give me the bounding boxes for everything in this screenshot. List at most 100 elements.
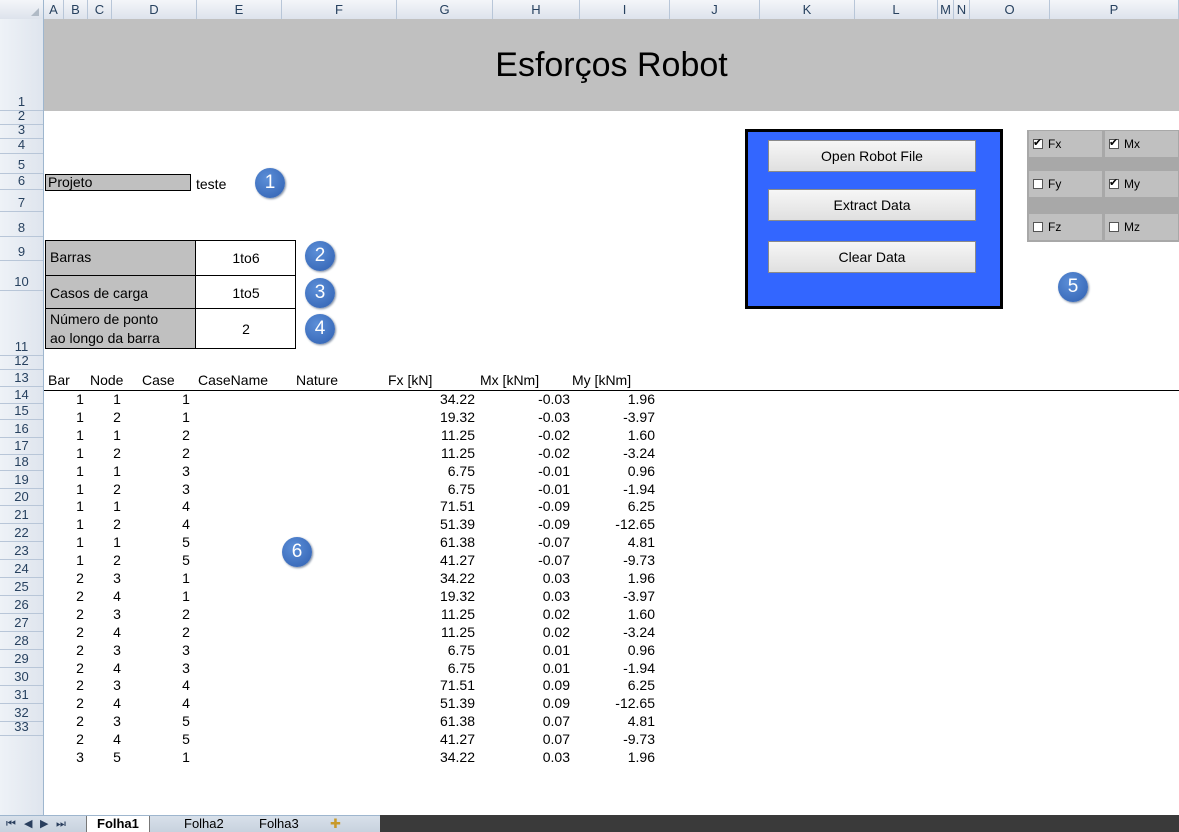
column-header-m[interactable]: M bbox=[938, 0, 954, 19]
table-cell[interactable]: 1 bbox=[103, 391, 131, 407]
checkbox-box-icon[interactable] bbox=[1109, 176, 1119, 189]
column-header-h[interactable]: H bbox=[493, 0, 580, 19]
column-header-l[interactable]: L bbox=[855, 0, 938, 19]
table-cell[interactable]: 0.09 bbox=[490, 677, 570, 693]
table-cell[interactable]: 1.60 bbox=[575, 427, 655, 443]
table-cell[interactable]: 2 bbox=[66, 570, 94, 586]
table-cell[interactable]: 1 bbox=[172, 409, 200, 425]
column-header-f[interactable]: F bbox=[282, 0, 397, 19]
projeto-value[interactable]: teste bbox=[196, 176, 226, 192]
row-header-9[interactable]: 9 bbox=[0, 237, 43, 261]
horizontal-scroll-area[interactable] bbox=[380, 815, 1179, 832]
table-cell[interactable]: 1 bbox=[66, 427, 94, 443]
table-cell[interactable]: -0.03 bbox=[490, 391, 570, 407]
table-cell[interactable]: 2 bbox=[66, 713, 94, 729]
checkbox-box-icon[interactable] bbox=[1109, 222, 1119, 232]
table-cell[interactable]: 6.75 bbox=[395, 660, 475, 676]
row-header-26[interactable]: 26 bbox=[0, 596, 43, 614]
table-cell[interactable]: 0.07 bbox=[490, 731, 570, 747]
column-header-e[interactable]: E bbox=[197, 0, 282, 19]
table-cell[interactable]: 2 bbox=[66, 606, 94, 622]
insert-sheet-icon[interactable]: ✚ bbox=[320, 816, 351, 832]
table-cell[interactable]: 3 bbox=[172, 660, 200, 676]
table-cell[interactable]: 2 bbox=[103, 552, 131, 568]
table-cell[interactable]: -0.01 bbox=[490, 463, 570, 479]
table-cell[interactable]: 3 bbox=[103, 570, 131, 586]
table-cell[interactable]: 1 bbox=[66, 552, 94, 568]
row-header-12[interactable]: 12 bbox=[0, 353, 43, 370]
table-cell[interactable]: 0.03 bbox=[490, 588, 570, 604]
row-header-11[interactable]: 11 bbox=[0, 291, 43, 356]
table-cell[interactable]: 0.01 bbox=[490, 642, 570, 658]
table-cell[interactable]: -0.02 bbox=[490, 445, 570, 461]
table-cell[interactable]: -9.73 bbox=[575, 731, 655, 747]
table-cell[interactable]: 1 bbox=[172, 749, 200, 765]
table-cell[interactable]: 0.03 bbox=[490, 749, 570, 765]
table-cell[interactable]: -0.02 bbox=[490, 427, 570, 443]
column-header-d[interactable]: D bbox=[112, 0, 197, 19]
table-cell[interactable]: 3 bbox=[103, 677, 131, 693]
table-cell[interactable]: 2 bbox=[103, 481, 131, 497]
table-cell[interactable]: 5 bbox=[103, 749, 131, 765]
table-cell[interactable]: 6.75 bbox=[395, 481, 475, 497]
table-cell[interactable]: 3 bbox=[66, 749, 94, 765]
table-cell[interactable]: 0.07 bbox=[490, 713, 570, 729]
checkbox-fy[interactable]: Fy bbox=[1029, 171, 1102, 197]
table-cell[interactable]: -0.07 bbox=[490, 552, 570, 568]
table-cell[interactable]: 4 bbox=[172, 695, 200, 711]
table-cell[interactable]: 51.39 bbox=[395, 516, 475, 532]
table-cell[interactable]: -3.24 bbox=[575, 445, 655, 461]
table-cell[interactable]: 6.25 bbox=[575, 677, 655, 693]
table-cell[interactable]: 41.27 bbox=[395, 731, 475, 747]
table-cell[interactable]: 1 bbox=[172, 570, 200, 586]
table-cell[interactable]: 34.22 bbox=[395, 570, 475, 586]
table-cell[interactable]: 61.38 bbox=[395, 534, 475, 550]
next-sheet-icon[interactable]: ▶ bbox=[40, 816, 48, 832]
last-sheet-icon[interactable]: ⏭ bbox=[56, 816, 66, 832]
table-cell[interactable]: 4.81 bbox=[575, 713, 655, 729]
table-cell[interactable]: 1 bbox=[66, 481, 94, 497]
table-cell[interactable]: 11.25 bbox=[395, 606, 475, 622]
table-cell[interactable]: -1.94 bbox=[575, 481, 655, 497]
row-header-33[interactable]: 33 bbox=[0, 719, 43, 736]
row-header-28[interactable]: 28 bbox=[0, 632, 43, 650]
table-cell[interactable]: 3 bbox=[103, 713, 131, 729]
table-cell[interactable]: 0.01 bbox=[490, 660, 570, 676]
table-cell[interactable]: 1 bbox=[66, 498, 94, 514]
checkbox-box-icon[interactable] bbox=[1033, 222, 1043, 232]
column-header-b[interactable]: B bbox=[64, 0, 88, 19]
table-cell[interactable]: -3.97 bbox=[575, 409, 655, 425]
row-header-30[interactable]: 30 bbox=[0, 668, 43, 686]
table-cell[interactable]: 3 bbox=[172, 463, 200, 479]
row-header-22[interactable]: 22 bbox=[0, 524, 43, 542]
table-cell[interactable]: 1.96 bbox=[575, 570, 655, 586]
table-cell[interactable]: 1.96 bbox=[575, 391, 655, 407]
table-cell[interactable]: 2 bbox=[66, 677, 94, 693]
column-header-n[interactable]: N bbox=[954, 0, 970, 19]
table-cell[interactable]: -1.94 bbox=[575, 660, 655, 676]
table-cell[interactable]: 6.25 bbox=[575, 498, 655, 514]
table-cell[interactable]: 0.03 bbox=[490, 570, 570, 586]
row-header-13[interactable]: 13 bbox=[0, 370, 43, 387]
table-cell[interactable]: 4 bbox=[103, 588, 131, 604]
table-cell[interactable]: 2 bbox=[103, 409, 131, 425]
table-cell[interactable]: 1 bbox=[66, 391, 94, 407]
table-cell[interactable]: 2 bbox=[103, 445, 131, 461]
column-header-o[interactable]: O bbox=[970, 0, 1050, 19]
table-cell[interactable]: 4 bbox=[103, 624, 131, 640]
table-cell[interactable]: 4.81 bbox=[575, 534, 655, 550]
table-cell[interactable]: 2 bbox=[66, 731, 94, 747]
table-cell[interactable]: -0.09 bbox=[490, 498, 570, 514]
checkbox-box-icon[interactable] bbox=[1033, 179, 1043, 189]
extract-data-button[interactable]: Extract Data bbox=[768, 189, 976, 221]
barras-value[interactable]: 1to6 bbox=[196, 250, 296, 266]
table-cell[interactable]: -0.03 bbox=[490, 409, 570, 425]
clear-data-button[interactable]: Clear Data bbox=[768, 241, 976, 273]
table-cell[interactable]: -0.01 bbox=[490, 481, 570, 497]
row-header-18[interactable]: 18 bbox=[0, 454, 43, 471]
first-sheet-icon[interactable]: ⏮ bbox=[6, 816, 16, 832]
prev-sheet-icon[interactable]: ◀ bbox=[24, 816, 32, 832]
table-cell[interactable]: 4 bbox=[172, 516, 200, 532]
open-robot-file-button[interactable]: Open Robot File bbox=[768, 140, 976, 172]
table-cell[interactable]: 4 bbox=[172, 677, 200, 693]
